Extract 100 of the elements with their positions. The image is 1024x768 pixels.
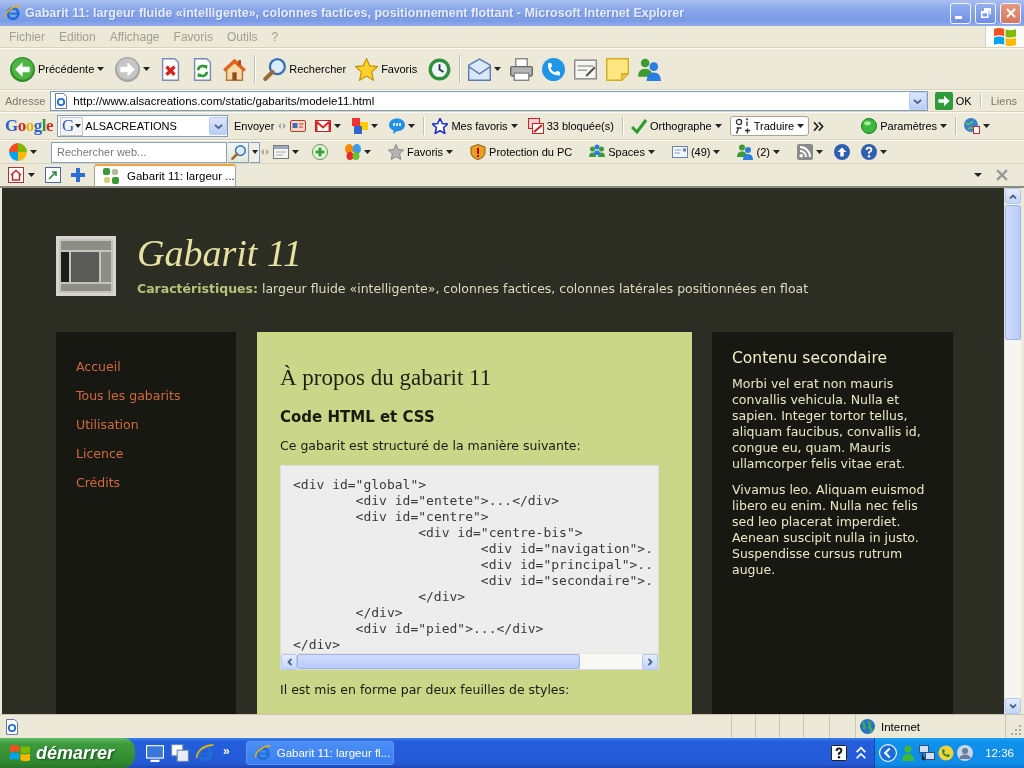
- scroll-down-button[interactable]: [1005, 698, 1021, 714]
- contacts-button[interactable]: (2): [734, 141, 783, 163]
- chevrons-up-icon[interactable]: [854, 746, 869, 760]
- close-button[interactable]: [1000, 2, 1021, 24]
- protection-button[interactable]: Protection du PC: [467, 141, 576, 163]
- edit-icon: [574, 57, 598, 81]
- nav-link[interactable]: Tous les gabarits: [76, 388, 181, 404]
- vertical-scrollbar[interactable]: [1004, 188, 1021, 714]
- translate-icon: [734, 118, 751, 134]
- orb-logo-icon: [9, 143, 27, 161]
- address-field[interactable]: http://www.alsacreations.com/static/gabarits/modele11.html: [50, 91, 928, 111]
- people-icon: [737, 144, 754, 160]
- nav-link[interactable]: Utilisation: [76, 417, 139, 433]
- browser-icon: [196, 744, 214, 762]
- caret-icon: [292, 150, 299, 154]
- page-icon: [53, 93, 70, 109]
- start-button[interactable]: démarrer: [0, 738, 135, 768]
- scrollbar-thumb[interactable]: [297, 654, 580, 669]
- caret-icon: [713, 150, 721, 154]
- search-field[interactable]: Rechercher web...: [51, 141, 227, 163]
- restore-button[interactable]: [975, 2, 996, 24]
- security-zone: Internet: [881, 720, 920, 733]
- back-button[interactable]: Précédente: [7, 53, 108, 85]
- quick-launch-button[interactable]: [146, 744, 164, 762]
- caret-icon: [28, 173, 35, 177]
- address-dropdown[interactable]: [908, 92, 927, 110]
- tab-menu-button[interactable]: [972, 171, 984, 179]
- taskbar-button[interactable]: Gabarit 11: largeur fl...: [245, 741, 394, 765]
- help-icon: [860, 144, 877, 160]
- live-menu-button[interactable]: [6, 140, 40, 164]
- nav-link[interactable]: Accueil: [76, 359, 121, 375]
- search-icon: [230, 144, 246, 160]
- people-icon: [638, 57, 662, 81]
- quick-launch-button[interactable]: [171, 744, 189, 762]
- settings-button[interactable]: Paramètres: [858, 115, 951, 137]
- quick-launch-button[interactable]: [196, 744, 214, 762]
- send-button[interactable]: Envoyer: [231, 117, 278, 135]
- quick-tabs-icon: [45, 167, 61, 183]
- envelope-icon: [468, 57, 492, 81]
- code-line: <div id="global">: [293, 477, 427, 493]
- star-icon: [432, 118, 449, 134]
- butterfly-button[interactable]: [342, 141, 374, 163]
- scroll-left-button[interactable]: [281, 654, 297, 670]
- favorites-button[interactable]: Favoris: [385, 141, 457, 163]
- tab-list-button[interactable]: [5, 164, 38, 186]
- search-button[interactable]: Rechercher: [260, 54, 350, 84]
- close-tab-button[interactable]: [994, 167, 1010, 183]
- caret-icon: [446, 150, 454, 154]
- scroll-right-button[interactable]: [642, 654, 658, 670]
- google-logo[interactable]: Google: [4, 116, 56, 136]
- note-icon: [606, 57, 630, 81]
- chevron-right-icon: [647, 658, 653, 666]
- help-icon[interactable]: [831, 745, 848, 761]
- body-text: Il est mis en forme par deux feuilles de styles:: [280, 682, 570, 698]
- blocks-icon: [352, 118, 369, 134]
- people-icon: [589, 144, 606, 160]
- bookmarks-button[interactable]: Mes favoris: [429, 115, 521, 137]
- scrollbar-thumb[interactable]: [1005, 205, 1021, 340]
- close-icon: [1005, 8, 1016, 18]
- double-chevron-icon: [813, 120, 825, 132]
- grip-icon[interactable]: [261, 149, 269, 155]
- browser-icon: [5, 5, 21, 21]
- search-dropdown[interactable]: [209, 117, 227, 135]
- avatar-icon[interactable]: [957, 745, 974, 761]
- search-button[interactable]: [228, 141, 249, 163]
- translate-button[interactable]: Traduire: [729, 116, 810, 136]
- search-options-button[interactable]: [250, 141, 260, 163]
- add-icon: [312, 144, 328, 160]
- caret-icon: [510, 124, 518, 128]
- spellcheck-button[interactable]: Orthographe: [627, 115, 725, 137]
- favorites-button[interactable]: Favoris: [352, 54, 421, 84]
- engine-button[interactable]: G: [60, 116, 84, 136]
- check-icon: [630, 118, 647, 134]
- quick-launch-more[interactable]: »: [221, 744, 232, 758]
- nav-link[interactable]: Crédits: [76, 475, 121, 491]
- horizontal-scrollbar[interactable]: [281, 653, 658, 669]
- minimize-button[interactable]: [950, 2, 971, 24]
- grip-icon[interactable]: [278, 123, 287, 129]
- add-button[interactable]: [309, 141, 331, 163]
- scroll-up-button[interactable]: [1005, 188, 1021, 204]
- mail-button[interactable]: (49): [668, 141, 724, 163]
- quick-tabs-button[interactable]: [42, 164, 64, 186]
- orb-icon: [861, 118, 878, 134]
- caret-icon: [494, 67, 502, 71]
- chevron-circle-icon[interactable]: [879, 744, 898, 762]
- caret-icon: [364, 150, 371, 154]
- browser-tab[interactable]: Gabarit 11: largeur ...: [94, 164, 236, 186]
- chat-icon: [389, 118, 406, 134]
- caret-icon: [797, 124, 805, 128]
- search-field[interactable]: G ALSACREATIONS: [57, 115, 228, 137]
- code-line: </div>: [418, 589, 466, 605]
- spaces-button[interactable]: Spaces: [586, 141, 658, 163]
- nav-link[interactable]: Licence: [76, 446, 124, 462]
- popup-blocker-button[interactable]: 33 bloquée(s): [524, 115, 617, 137]
- caret-icon: [75, 124, 82, 128]
- network-icon[interactable]: [919, 745, 936, 761]
- address-url: http://www.alsacreations.com/static/gabarits/modele11.html: [73, 95, 375, 107]
- resize-grip-icon: [1010, 724, 1022, 736]
- chevron-left-icon: [286, 658, 292, 666]
- links-button[interactable]: Liens: [985, 92, 1024, 110]
